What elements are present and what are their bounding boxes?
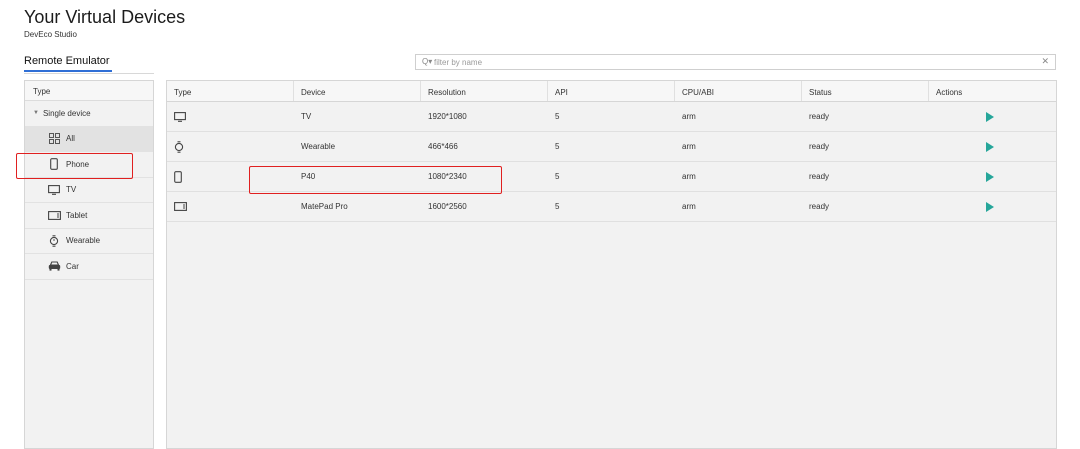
column-header-resolution[interactable]: Resolution [421, 81, 548, 101]
tv-icon [174, 111, 294, 122]
phone-icon [174, 170, 294, 183]
column-header-actions: Actions [936, 88, 963, 97]
sidebar-header: Type [25, 81, 153, 101]
sidebar-item-tablet[interactable]: Tablet [25, 203, 153, 229]
device-status: ready [809, 142, 830, 151]
sidebar-item-wearable[interactable]: Wearable [25, 229, 153, 254]
table-row[interactable]: MatePad Pro 1600*2560 5 arm ready [167, 192, 1056, 222]
column-header-api[interactable]: API [548, 81, 675, 101]
device-resolution: 466*466 [428, 142, 458, 151]
device-status: ready [809, 202, 830, 211]
page-title: Your Virtual Devices [24, 7, 186, 27]
column-header-status[interactable]: Status [802, 81, 929, 101]
sidebar-item-label: Wearable [66, 236, 101, 246]
sidebar-item-phone[interactable]: Phone [25, 152, 153, 178]
sidebar-item-label: Phone [66, 159, 90, 169]
sidebar-item-label: Car [66, 261, 79, 271]
device-api: 5 [555, 202, 560, 211]
device-name: Wearable [301, 142, 336, 151]
sidebar-group-label: Single device [42, 108, 91, 118]
sidebar-item-label: TV [66, 185, 77, 195]
table-row[interactable]: TV 1920*1080 5 arm ready [167, 102, 1056, 132]
device-table: Type Device Resolution API CPU/ABI Statu… [166, 80, 1057, 449]
sidebar-group-single-device[interactable]: ▼ Single device [25, 101, 153, 127]
device-name: MatePad Pro [301, 202, 348, 211]
device-cpu: arm [682, 202, 696, 211]
sidebar-item-label: All [66, 134, 75, 144]
sidebar-item-car[interactable]: Car [25, 254, 153, 280]
device-cpu: arm [682, 142, 696, 151]
table-header: Type Device Resolution API CPU/ABI Statu… [167, 81, 1056, 102]
play-icon[interactable] [986, 171, 994, 182]
all-icon [45, 133, 63, 145]
device-status: ready [809, 172, 830, 181]
device-cpu: arm [682, 172, 696, 181]
filter-box: Q▾ ✕ [415, 54, 1056, 70]
phone-icon [45, 158, 63, 171]
sidebar-item-tv[interactable]: TV [25, 178, 153, 203]
device-api: 5 [555, 142, 560, 151]
caret-down-icon: ▼ [33, 110, 39, 117]
play-icon[interactable] [986, 141, 994, 152]
device-resolution: 1080*2340 [428, 172, 467, 181]
watch-icon [45, 235, 63, 247]
play-icon[interactable] [986, 111, 994, 122]
watch-icon [174, 140, 294, 153]
tablet-icon [174, 202, 294, 211]
device-api: 5 [555, 112, 560, 121]
device-status: ready [809, 112, 830, 121]
tab-divider [24, 73, 154, 74]
column-header-device[interactable]: Device [294, 81, 421, 101]
filter-input[interactable] [434, 56, 1034, 68]
device-resolution: 1920*1080 [428, 112, 467, 121]
table-row[interactable]: P40 1080*2340 5 arm ready [167, 162, 1056, 192]
sidebar-item-label: Tablet [66, 210, 88, 220]
close-icon[interactable]: ✕ [1041, 56, 1049, 67]
device-name: P40 [301, 172, 316, 181]
tv-icon [45, 184, 63, 195]
tablet-icon [45, 210, 63, 220]
play-icon[interactable] [986, 201, 994, 212]
car-icon [45, 261, 63, 271]
device-cpu: arm [682, 112, 696, 121]
search-icon: Q▾ [422, 57, 433, 66]
column-header-type[interactable]: Type [167, 81, 294, 101]
device-resolution: 1600*2560 [428, 202, 467, 211]
device-type-sidebar: Type ▼ Single device All Phone TV Tablet… [24, 80, 154, 449]
sidebar-item-all[interactable]: All [25, 126, 153, 152]
tab-remote-emulator[interactable]: Remote Emulator [24, 55, 112, 72]
table-row[interactable]: Wearable 466*466 5 arm ready [167, 132, 1056, 162]
column-header-cpu-abi[interactable]: CPU/ABI [675, 81, 802, 101]
device-api: 5 [555, 172, 560, 181]
page-subtitle: DevEco Studio [24, 30, 77, 39]
device-name: TV [301, 112, 312, 121]
